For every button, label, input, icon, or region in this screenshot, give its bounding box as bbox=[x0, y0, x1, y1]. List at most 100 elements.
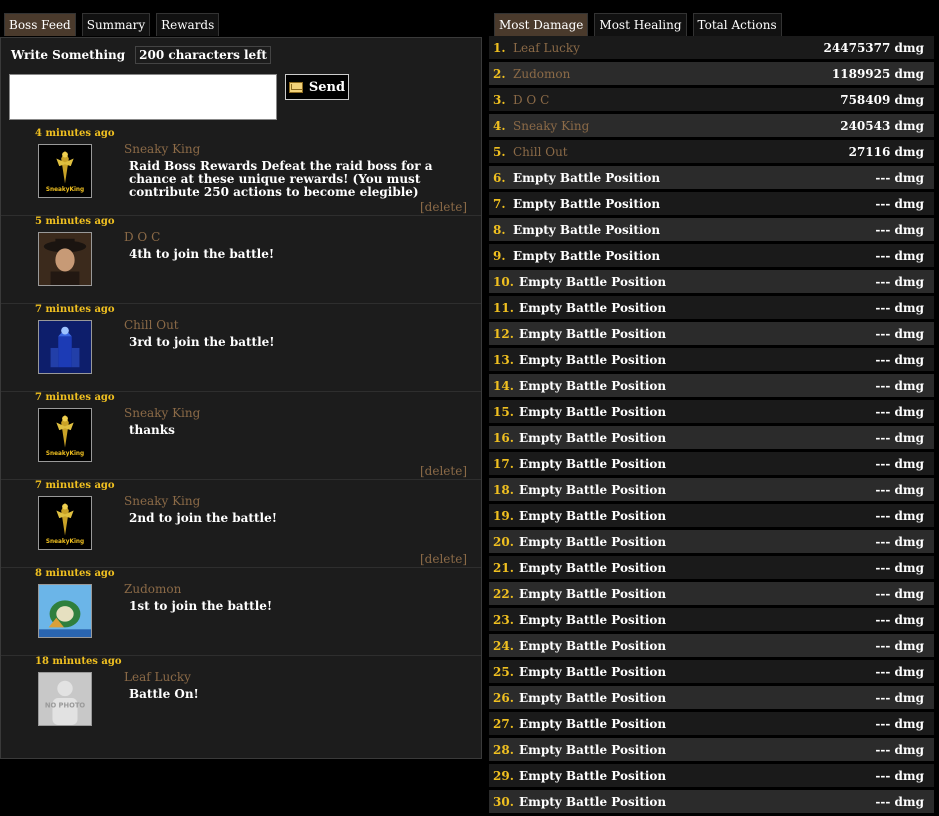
doc-avatar[interactable] bbox=[38, 232, 92, 286]
poster-name[interactable]: Zudomon bbox=[124, 582, 181, 596]
player-name[interactable]: Leaf Lucky bbox=[513, 41, 580, 55]
damage-value: --- dmg bbox=[875, 638, 924, 653]
player-name: Empty Battle Position bbox=[519, 326, 667, 341]
player-name: Empty Battle Position bbox=[513, 170, 661, 185]
tab-most-damage[interactable]: Most Damage bbox=[494, 13, 589, 36]
rank-number: 16. bbox=[493, 430, 514, 445]
damage-value: --- dmg bbox=[875, 768, 924, 783]
rank-number: 21. bbox=[493, 560, 514, 575]
tab-total-actions[interactable]: Total Actions bbox=[692, 13, 782, 36]
rank-number: 30. bbox=[493, 794, 514, 809]
svg-text:SneakyKing: SneakyKing bbox=[46, 187, 84, 193]
feed-item: 4 minutes ago SneakyKing Sneaky King Raid B… bbox=[1, 128, 481, 216]
damage-value: --- dmg bbox=[875, 508, 924, 523]
damage-value: --- dmg bbox=[875, 456, 924, 471]
feed-item: 7 minutes ago Chill Out 3rd to join the ba… bbox=[1, 304, 481, 392]
damage-value: --- dmg bbox=[875, 794, 924, 809]
rank-number: 23. bbox=[493, 612, 514, 627]
damage-value: --- dmg bbox=[875, 482, 924, 497]
rank-number: 4. bbox=[493, 118, 506, 133]
svg-text:SneakyKing: SneakyKing bbox=[46, 539, 84, 545]
leaderboard-row: 12. Empty Battle Position --- dmg bbox=[489, 322, 934, 345]
rank-number: 10. bbox=[493, 274, 514, 289]
leaderboard-row: 7. Empty Battle Position --- dmg bbox=[489, 192, 934, 215]
tab-most-healing[interactable]: Most Healing bbox=[594, 13, 687, 36]
poster-name[interactable]: Leaf Lucky bbox=[124, 670, 191, 684]
player-name: Empty Battle Position bbox=[519, 586, 667, 601]
tab-rewards[interactable]: Rewards bbox=[156, 13, 220, 36]
delete-link[interactable]: [delete] bbox=[420, 200, 467, 214]
player-name: Empty Battle Position bbox=[519, 612, 667, 627]
player-name: Empty Battle Position bbox=[519, 716, 667, 731]
rank-number: 11. bbox=[493, 300, 514, 315]
rank-number: 25. bbox=[493, 664, 514, 679]
damage-value: --- dmg bbox=[875, 534, 924, 549]
rank-number: 18. bbox=[493, 482, 514, 497]
player-name[interactable]: D O C bbox=[513, 93, 549, 107]
leaderboard-row: 8. Empty Battle Position --- dmg bbox=[489, 218, 934, 241]
leaderboard-row: 24. Empty Battle Position --- dmg bbox=[489, 634, 934, 657]
rank-number: 12. bbox=[493, 326, 514, 341]
damage-value: --- dmg bbox=[875, 300, 924, 315]
player-name[interactable]: Zudomon bbox=[513, 67, 570, 81]
poster-name[interactable]: Sneaky King bbox=[124, 406, 200, 420]
leaderboard-row: 27. Empty Battle Position --- dmg bbox=[489, 712, 934, 735]
rank-number: 27. bbox=[493, 716, 514, 731]
damage-value: --- dmg bbox=[875, 664, 924, 679]
player-name[interactable]: Sneaky King bbox=[513, 119, 589, 133]
delete-link[interactable]: [delete] bbox=[420, 552, 467, 566]
tab-boss-feed[interactable]: Boss Feed bbox=[4, 13, 76, 36]
player-name: Empty Battle Position bbox=[519, 534, 667, 549]
send-button[interactable]: Send bbox=[285, 74, 349, 100]
sneaky-king-avatar[interactable]: SneakyKing bbox=[38, 408, 92, 462]
poster-name[interactable]: Chill Out bbox=[124, 318, 179, 332]
damage-value: --- dmg bbox=[875, 352, 924, 367]
poster-name[interactable]: Sneaky King bbox=[124, 142, 200, 156]
rank-number: 19. bbox=[493, 508, 514, 523]
no-photo-avatar[interactable]: NO PHOTO bbox=[38, 672, 92, 726]
player-name: Empty Battle Position bbox=[519, 794, 667, 809]
player-name: Empty Battle Position bbox=[519, 508, 667, 523]
rank-number: 28. bbox=[493, 742, 514, 757]
chill-out-avatar[interactable] bbox=[38, 320, 92, 374]
leaderboard-row: 20. Empty Battle Position --- dmg bbox=[489, 530, 934, 553]
tab-summary[interactable]: Summary bbox=[81, 13, 151, 36]
player-name[interactable]: Chill Out bbox=[513, 145, 568, 159]
player-name: Empty Battle Position bbox=[513, 248, 661, 263]
leaderboard-row: 28. Empty Battle Position --- dmg bbox=[489, 738, 934, 761]
sneaky-king-avatar[interactable]: SneakyKing bbox=[38, 144, 92, 198]
post-message: 2nd to join the battle! bbox=[129, 511, 277, 525]
leaderboard-row: 19. Empty Battle Position --- dmg bbox=[489, 504, 934, 527]
svg-text:SneakyKing: SneakyKing bbox=[46, 451, 84, 457]
post-time: 5 minutes ago bbox=[35, 216, 115, 227]
feed-item: 7 minutes ago SneakyKing Sneaky King thanks… bbox=[1, 392, 481, 480]
poster-name[interactable]: Sneaky King bbox=[124, 494, 200, 508]
damage-value: 758409 dmg bbox=[840, 92, 924, 107]
post-textarea[interactable] bbox=[9, 74, 277, 120]
post-time: 4 minutes ago bbox=[35, 128, 115, 139]
compose-label: Write Something bbox=[11, 48, 126, 62]
leaderboard-row: 2. Zudomon 1189925 dmg bbox=[489, 62, 934, 85]
leaderboard-row: 5. Chill Out 27116 dmg bbox=[489, 140, 934, 163]
rank-number: 8. bbox=[493, 222, 506, 237]
feed-tabs: Boss Feed Summary Rewards bbox=[4, 13, 220, 36]
feed-item: 5 minutes ago D O C 4th to join the battle… bbox=[1, 216, 481, 304]
damage-value: --- dmg bbox=[875, 586, 924, 601]
leaderboard-row: 6. Empty Battle Position --- dmg bbox=[489, 166, 934, 189]
rank-number: 7. bbox=[493, 196, 506, 211]
delete-link[interactable]: [delete] bbox=[420, 464, 467, 478]
leaderboard-row: 4. Sneaky King 240543 dmg bbox=[489, 114, 934, 137]
leaderboard-row: 11. Empty Battle Position --- dmg bbox=[489, 296, 934, 319]
feed-item: 7 minutes ago SneakyKing Sneaky King 2nd to… bbox=[1, 480, 481, 568]
poster-name[interactable]: D O C bbox=[124, 230, 160, 244]
zudomon-avatar[interactable] bbox=[38, 584, 92, 638]
damage-value: 1189925 dmg bbox=[831, 66, 924, 81]
rank-number: 24. bbox=[493, 638, 514, 653]
post-message: Battle On! bbox=[129, 687, 199, 701]
leaderboard-row: 17. Empty Battle Position --- dmg bbox=[489, 452, 934, 475]
player-name: Empty Battle Position bbox=[519, 404, 667, 419]
sneaky-king-avatar[interactable]: SneakyKing bbox=[38, 496, 92, 550]
post-time: 18 minutes ago bbox=[35, 656, 122, 667]
leaderboard-row: 13. Empty Battle Position --- dmg bbox=[489, 348, 934, 371]
leaderboard-row: 1. Leaf Lucky 24475377 dmg bbox=[489, 36, 934, 59]
